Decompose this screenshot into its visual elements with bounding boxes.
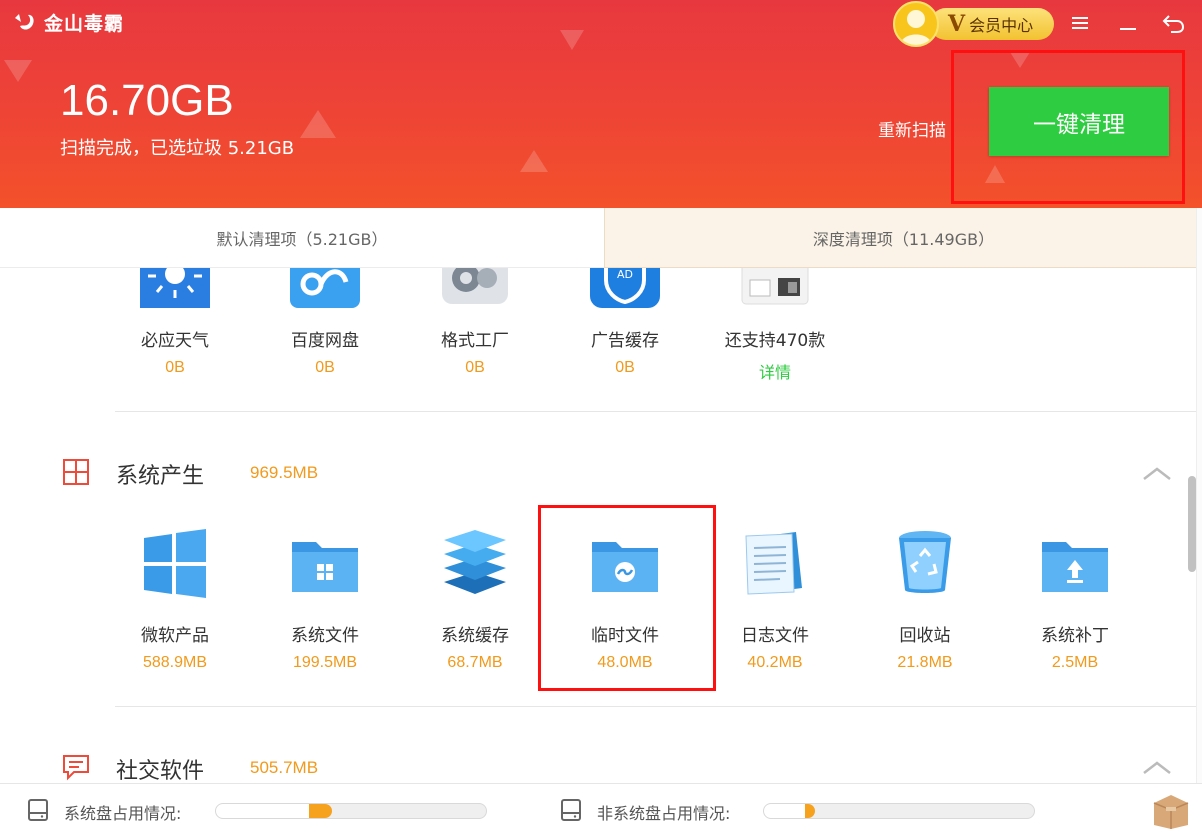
item-label: 格式工厂 — [441, 331, 509, 351]
tab-deep-clean[interactable]: 深度清理项（11.49GB） — [604, 208, 1202, 268]
disk-icon — [561, 799, 581, 821]
recycle-bin-icon — [899, 531, 951, 593]
vertical-scrollbar[interactable] — [1188, 476, 1196, 572]
item-size: 40.2MB — [747, 654, 803, 671]
kingsoft-cleaner-window: 金山毒霸 V 会员中心 16.70GB 扫描完成，已选垃圾 5.21GB 重新扫… — [0, 0, 1202, 836]
back-icon[interactable] — [1160, 10, 1188, 36]
collapse-chevron-up-icon[interactable] — [1142, 758, 1172, 778]
decor-triangle — [985, 165, 1005, 183]
one-click-clean-button[interactable]: 一键清理 — [989, 87, 1169, 156]
item-size: 0B — [165, 359, 185, 376]
decor-triangle — [1010, 52, 1030, 68]
system-item-system-files[interactable]: 系统文件 199.5MB — [265, 528, 385, 678]
section-divider — [115, 411, 1197, 412]
software-item-ad-cache[interactable]: AD 广告缓存 0B — [565, 268, 685, 388]
section-title: 系统产生 — [116, 464, 205, 489]
log-document-icon — [745, 532, 802, 595]
windows-logo-icon — [144, 529, 206, 598]
patch-folder-icon — [1042, 542, 1108, 592]
system-disk-progress — [215, 803, 487, 819]
disk-icon — [28, 799, 48, 821]
section-size: 969.5MB — [250, 463, 319, 482]
item-label: 系统补丁 — [1041, 626, 1109, 646]
temp-folder-icon — [592, 542, 658, 592]
non-system-disk-progress-fill — [764, 804, 816, 818]
software-item-bing-weather[interactable]: 必应天气 0B — [115, 268, 235, 388]
non-system-disk-label: 非系统盘占用情况: — [597, 804, 731, 823]
ad-shield-icon: AD — [590, 268, 660, 308]
vip-center-button[interactable]: V 会员中心 — [930, 8, 1054, 40]
weather-app-icon — [140, 268, 210, 308]
section-title: 社交软件 — [116, 759, 205, 783]
software-item-format-factory[interactable]: 格式工厂 0B — [415, 268, 535, 388]
format-factory-icon — [442, 268, 508, 304]
section-size: 505.7MB — [250, 758, 319, 777]
windows-section-icon — [63, 459, 89, 485]
tab-default-clean[interactable]: 默认清理项（5.21GB） — [0, 208, 604, 268]
app-title: 金山毒霸 — [44, 12, 125, 35]
software-item-baidu-netdisk[interactable]: 百度网盘 0B — [265, 268, 385, 388]
details-link[interactable]: 详情 — [715, 359, 835, 383]
decor-triangle — [4, 60, 32, 82]
toolbox-icon[interactable] — [1152, 793, 1190, 829]
system-item-microsoft[interactable]: 微软产品 588.9MB — [115, 528, 235, 678]
system-item-system-patches[interactable]: 系统补丁 2.5MB — [1015, 528, 1135, 678]
item-label: 日志文件 — [741, 626, 809, 646]
item-size: 2.5MB — [1051, 654, 1099, 671]
rescan-link[interactable]: 重新扫描 — [878, 116, 946, 141]
item-size: 0B — [615, 359, 635, 376]
item-size: 48.0MB — [597, 654, 653, 671]
decor-triangle — [560, 30, 584, 50]
more-apps-icon — [741, 268, 809, 305]
item-size: 199.5MB — [292, 654, 358, 671]
system-item-temp-files[interactable]: 临时文件 48.0MB — [565, 528, 685, 678]
item-size: 21.8MB — [897, 654, 953, 671]
item-label: 必应天气 — [141, 331, 209, 351]
stacked-layers-icon — [444, 530, 506, 594]
chat-bubble-icon — [63, 755, 89, 781]
total-junk-size: 16.70GB — [60, 76, 234, 125]
decor-triangle — [300, 110, 336, 138]
item-label: 百度网盘 — [291, 331, 359, 351]
system-disk-progress-fill — [216, 804, 333, 818]
svg-text:AD: AD — [617, 268, 633, 281]
software-item-more[interactable]: 还支持470款 详情 — [715, 268, 835, 388]
minimize-icon[interactable] — [1114, 10, 1142, 36]
item-size: 0B — [465, 359, 485, 376]
item-label: 还支持470款 — [724, 331, 826, 351]
collapse-chevron-up-icon[interactable] — [1142, 464, 1172, 484]
system-item-log-files[interactable]: 日志文件 40.2MB — [715, 528, 835, 678]
user-avatar-icon — [900, 10, 932, 45]
system-item-recycle-bin[interactable]: 回收站 21.8MB — [865, 528, 985, 678]
scan-status: 扫描完成，已选垃圾 5.21GB — [60, 138, 295, 159]
menu-icon[interactable] — [1066, 10, 1094, 36]
vip-badge: V — [948, 11, 966, 37]
system-disk-label: 系统盘占用情况: — [64, 804, 182, 823]
antivirus-logo-icon — [15, 14, 34, 30]
user-avatar[interactable] — [893, 1, 939, 47]
section-divider — [115, 706, 1197, 707]
item-label: 广告缓存 — [591, 331, 659, 351]
cloud-drive-icon — [290, 268, 360, 308]
item-label: 系统缓存 — [441, 626, 509, 646]
app-logo: 金山毒霸 — [12, 8, 124, 36]
system-folder-icon — [292, 542, 358, 592]
window-edge — [1196, 208, 1202, 783]
clean-tabs: 默认清理项（5.21GB） 深度清理项（11.49GB） — [0, 208, 1202, 268]
footer: 系统盘占用情况: 非系统盘占用情况: — [0, 783, 1202, 836]
item-label: 回收站 — [899, 626, 951, 646]
system-item-system-cache[interactable]: 系统缓存 68.7MB — [415, 528, 535, 678]
header: 金山毒霸 V 会员中心 16.70GB 扫描完成，已选垃圾 5.21GB 重新扫… — [0, 0, 1202, 208]
item-size: 0B — [315, 359, 335, 376]
vip-center-label: 会员中心 — [969, 16, 1034, 35]
clean-items-list: 必应天气 0B 百度网盘 0B 格式工厂 0B AD 广告缓存 0B 还支持47… — [0, 268, 1202, 783]
item-label: 系统文件 — [291, 626, 359, 646]
item-size: 588.9MB — [142, 654, 208, 671]
item-label: 微软产品 — [141, 626, 209, 646]
item-label: 临时文件 — [591, 626, 659, 646]
non-system-disk-progress — [763, 803, 1035, 819]
item-size: 68.7MB — [447, 654, 503, 671]
decor-triangle — [520, 150, 548, 172]
